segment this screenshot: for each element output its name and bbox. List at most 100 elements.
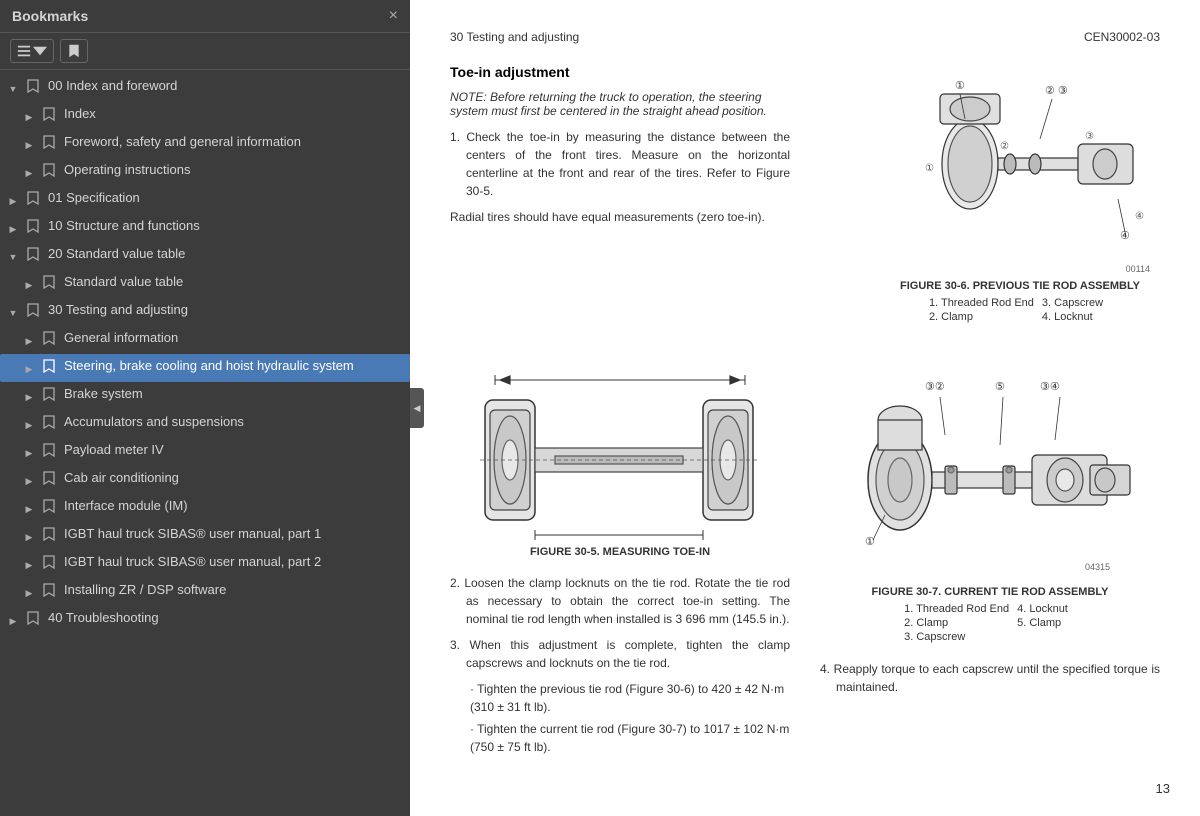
sidebar-label-10-structure: 10 Structure and functions bbox=[48, 217, 406, 235]
fig7-legend-3b bbox=[1017, 630, 1076, 644]
bookmark-button[interactable] bbox=[60, 39, 88, 63]
svg-text:⑤: ⑤ bbox=[995, 381, 1005, 393]
bookmark-icon-brake-system bbox=[43, 387, 59, 401]
sidebar-item-accumulators[interactable]: Accumulators and suspensions bbox=[0, 410, 410, 438]
close-button[interactable]: × bbox=[389, 8, 398, 24]
sidebar-item-00-index-foreword[interactable]: 00 Index and foreword bbox=[0, 74, 410, 102]
fig7-legend-1a: 1. Threaded Rod End bbox=[904, 602, 1017, 616]
figure-6-area: ① ② ③ ④ ① ② ③ ④ 00114 FIGURE 30-6. PREVI… bbox=[880, 64, 1160, 340]
main-content: 30 Testing and adjusting CEN30002-03 Toe… bbox=[410, 0, 1200, 816]
bookmark-icon-20-standard bbox=[27, 247, 43, 261]
sidebar-item-40-troubleshooting[interactable]: 40 Troubleshooting bbox=[0, 606, 410, 634]
expander-steering-brake[interactable] bbox=[20, 359, 38, 379]
sidebar-label-operating-instructions: Operating instructions bbox=[64, 161, 406, 179]
figure-5-box: FIGURE 30-5. MEASURING TOE-IN bbox=[450, 360, 790, 558]
sidebar-label-payload-meter: Payload meter IV bbox=[64, 441, 406, 459]
sidebar-item-01-specification[interactable]: 01 Specification bbox=[0, 186, 410, 214]
sidebar-item-operating-instructions[interactable]: Operating instructions bbox=[0, 158, 410, 186]
sidebar-item-igbt-part1[interactable]: IGBT haul truck SIBAS® user manual, part… bbox=[0, 522, 410, 550]
fig6-partnum: 00114 bbox=[880, 264, 1150, 274]
sidebar-toolbar bbox=[0, 33, 410, 70]
svg-text:③②: ③② bbox=[925, 381, 945, 393]
sidebar-item-30-testing[interactable]: 30 Testing and adjusting bbox=[0, 298, 410, 326]
sidebar-item-general-information[interactable]: General information bbox=[0, 326, 410, 354]
fig6-legend: 1. Threaded Rod End 3. Capscrew 2. Clamp… bbox=[880, 296, 1160, 324]
sidebar-item-10-structure[interactable]: 10 Structure and functions bbox=[0, 214, 410, 242]
view-options-button[interactable] bbox=[10, 39, 54, 63]
bookmark-icon-igbt-part1 bbox=[43, 527, 59, 541]
bullet-text-2: Tighten the current tie rod (Figure 30-7… bbox=[470, 722, 789, 754]
doc-note: NOTE: Before returning the truck to oper… bbox=[450, 90, 790, 118]
sidebar-label-30-testing: 30 Testing and adjusting bbox=[48, 301, 406, 319]
bookmark-icon-foreword bbox=[43, 135, 59, 149]
bottom-row: FIGURE 30-5. MEASURING TOE-IN 2. Loosen … bbox=[450, 360, 1160, 760]
expander-interface-module[interactable] bbox=[20, 499, 38, 519]
bookmark-icon-installing-zr bbox=[43, 583, 59, 597]
expander-igbt-part1[interactable] bbox=[20, 527, 38, 547]
sidebar-item-index[interactable]: Index bbox=[0, 102, 410, 130]
svg-text:② ③: ② ③ bbox=[1045, 85, 1068, 97]
sidebar-label-foreword: Foreword, safety and general information bbox=[64, 133, 406, 151]
expander-20-standard[interactable] bbox=[4, 247, 22, 267]
fig6-legend-1b: 3. Capscrew bbox=[1042, 296, 1111, 310]
paragraph-3: 3. When this adjustment is complete, tig… bbox=[450, 636, 790, 672]
bullet-1: · Tighten the previous tie rod (Figure 3… bbox=[450, 680, 790, 716]
bookmark-icon-10-structure bbox=[27, 219, 43, 233]
paragraph-1b: Radial tires should have equal measureme… bbox=[450, 208, 790, 226]
sidebar-item-igbt-part2[interactable]: IGBT haul truck SIBAS® user manual, part… bbox=[0, 550, 410, 578]
bookmark-icon-operating-instructions bbox=[43, 163, 59, 177]
bookmark-icon-interface-module bbox=[43, 499, 59, 513]
doc-header-left: 30 Testing and adjusting bbox=[450, 30, 579, 44]
expander-00-index-foreword[interactable] bbox=[4, 79, 22, 99]
sidebar-label-brake-system: Brake system bbox=[64, 385, 406, 403]
fig5-caption: FIGURE 30-5. MEASURING TOE-IN bbox=[450, 546, 790, 558]
expander-brake-system[interactable] bbox=[20, 387, 38, 407]
sidebar-item-cab-air[interactable]: Cab air conditioning bbox=[0, 466, 410, 494]
bottom-left: FIGURE 30-5. MEASURING TOE-IN 2. Loosen … bbox=[450, 360, 790, 760]
bookmark-icon-index bbox=[43, 107, 59, 121]
sidebar-tree: 00 Index and forewordIndex Foreword, safe… bbox=[0, 70, 410, 816]
sidebar-item-20-standard[interactable]: 20 Standard value table bbox=[0, 242, 410, 270]
expander-accumulators[interactable] bbox=[20, 415, 38, 435]
expander-foreword[interactable] bbox=[20, 135, 38, 155]
svg-text:④: ④ bbox=[1135, 211, 1144, 222]
figure-7-svg: ① ③② ⑤ ③④ 04315 bbox=[845, 360, 1135, 580]
sidebar-title: Bookmarks bbox=[12, 8, 88, 24]
expander-index[interactable] bbox=[20, 107, 38, 127]
dropdown-arrow-icon bbox=[33, 44, 47, 58]
svg-text:①: ① bbox=[955, 80, 965, 92]
doc-header: 30 Testing and adjusting CEN30002-03 bbox=[450, 30, 1160, 44]
expander-10-structure[interactable] bbox=[4, 219, 22, 239]
expander-general-information[interactable] bbox=[20, 331, 38, 351]
sidebar-label-standard-value-table: Standard value table bbox=[64, 273, 406, 291]
content-left: Toe-in adjustment NOTE: Before returning… bbox=[450, 64, 850, 340]
sidebar-item-standard-value-table[interactable]: Standard value table bbox=[0, 270, 410, 298]
expander-cab-air[interactable] bbox=[20, 471, 38, 491]
expander-40-troubleshooting[interactable] bbox=[4, 611, 22, 631]
expander-30-testing[interactable] bbox=[4, 303, 22, 323]
sidebar: Bookmarks × 00 Index and forewordIndex Fo… bbox=[0, 0, 410, 816]
sidebar-item-interface-module[interactable]: Interface module (IM) bbox=[0, 494, 410, 522]
content-row-top: Toe-in adjustment NOTE: Before returning… bbox=[450, 64, 1160, 340]
sidebar-item-installing-zr[interactable]: Installing ZR / DSP software bbox=[0, 578, 410, 606]
sidebar-item-brake-system[interactable]: Brake system bbox=[0, 382, 410, 410]
sidebar-item-steering-brake[interactable]: Steering, brake cooling and hoist hydrau… bbox=[0, 354, 410, 382]
sidebar-label-accumulators: Accumulators and suspensions bbox=[64, 413, 406, 431]
sidebar-item-payload-meter[interactable]: Payload meter IV bbox=[0, 438, 410, 466]
sidebar-item-foreword[interactable]: Foreword, safety and general information bbox=[0, 130, 410, 158]
expander-operating-instructions[interactable] bbox=[20, 163, 38, 183]
fig7-caption: FIGURE 30-7. CURRENT TIE ROD ASSEMBLY bbox=[820, 586, 1160, 598]
expander-igbt-part2[interactable] bbox=[20, 555, 38, 575]
expander-payload-meter[interactable] bbox=[20, 443, 38, 463]
fig6-legend-2a: 2. Clamp bbox=[929, 310, 1042, 324]
list-icon bbox=[17, 44, 31, 58]
expander-installing-zr[interactable] bbox=[20, 583, 38, 603]
expander-standard-value-table[interactable] bbox=[20, 275, 38, 295]
svg-text:③: ③ bbox=[1085, 131, 1094, 142]
expander-01-specification[interactable] bbox=[4, 191, 22, 211]
fig7-legend: 1. Threaded Rod End 4. Locknut 2. Clamp … bbox=[820, 602, 1160, 644]
collapse-sidebar-button[interactable] bbox=[410, 388, 424, 428]
sidebar-label-20-standard: 20 Standard value table bbox=[48, 245, 406, 263]
fig6-caption: FIGURE 30-6. PREVIOUS TIE ROD ASSEMBLY bbox=[880, 280, 1160, 292]
fig7-legend-1b: 4. Locknut bbox=[1017, 602, 1076, 616]
